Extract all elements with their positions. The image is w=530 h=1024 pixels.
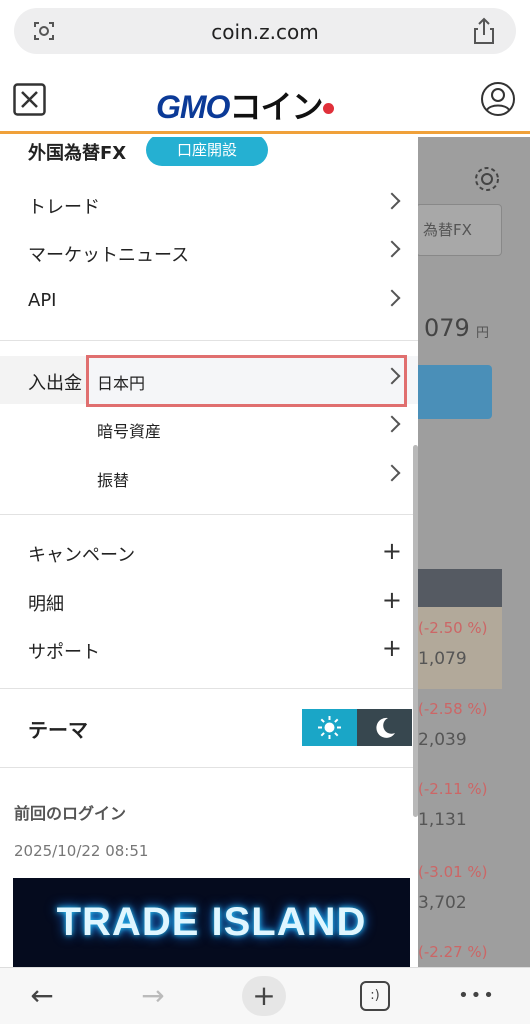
bg-button [410, 365, 492, 419]
menu-item-trade[interactable]: トレード [0, 181, 418, 229]
logo-gmo: GMO [156, 89, 230, 125]
menu-item-label: 明細 [28, 594, 64, 615]
theme-toggle[interactable] [302, 709, 412, 746]
bg-row-change: (-2.58 %) [418, 700, 488, 718]
menu-item-crypto[interactable]: 暗号資産 [88, 404, 418, 452]
menu-item-label: トレード [28, 197, 100, 218]
share-icon[interactable] [472, 17, 496, 45]
site-header: GMOコイン [0, 66, 530, 134]
gmo-coin-logo[interactable]: GMOコイン [156, 82, 335, 128]
forward-arrow-icon: → [141, 979, 165, 1012]
close-icon[interactable] [13, 83, 46, 116]
plus-icon: + [381, 634, 402, 662]
divider [0, 514, 418, 515]
chevron-right-icon [383, 289, 401, 307]
highlight-box [86, 355, 407, 407]
bg-row-change: (-2.27 %) [418, 943, 488, 961]
more-dots-icon: ••• [458, 985, 496, 1006]
menu-item-label: マーケットニュース [28, 245, 190, 266]
back-button[interactable]: ← [20, 976, 64, 1016]
tabs-icon: :) [360, 981, 390, 1011]
bg-table-header [410, 569, 502, 607]
light-theme-button[interactable] [302, 709, 357, 746]
menu-item-support[interactable]: サポート + [0, 626, 418, 674]
bg-row-value: 3,702 [418, 893, 467, 913]
url-field[interactable]: coin.z.com [14, 8, 516, 54]
back-arrow-icon: ← [30, 979, 54, 1012]
url-text: coin.z.com [211, 20, 319, 44]
open-account-button[interactable]: 口座開設 [146, 137, 268, 166]
menu-item-transfer[interactable]: 振替 [88, 453, 418, 501]
menu-item-label: 暗号資産 [97, 422, 162, 441]
plus-icon: + [252, 979, 276, 1012]
plus-icon: + [381, 586, 402, 614]
last-login-label: 前回のログイン [14, 804, 127, 823]
chevron-right-icon [383, 415, 401, 433]
moon-icon [373, 716, 397, 740]
bg-row-change: (-2.11 %) [418, 780, 488, 798]
dark-theme-button[interactable] [357, 709, 412, 746]
bg-row-value: 2,039 [418, 730, 467, 750]
bg-row-value: 1,079 [418, 649, 467, 669]
menu-item-market-news[interactable]: マーケットニュース [0, 229, 418, 277]
divider [0, 688, 418, 689]
logo-coin: コイン [229, 89, 323, 125]
scrollbar[interactable] [413, 445, 418, 817]
bg-row-change: (-3.01 %) [418, 863, 488, 881]
deposit-withdraw-label: 入出金 [28, 373, 82, 394]
divider [0, 767, 418, 768]
chevron-right-icon [383, 240, 401, 258]
menu-item-campaign[interactable]: キャンペーン + [0, 529, 418, 577]
logo-dot-icon [323, 102, 335, 114]
new-tab-button[interactable]: + [242, 976, 286, 1016]
more-button[interactable]: ••• [455, 976, 499, 1016]
menu-item-label: キャンペーン [28, 545, 136, 566]
chevron-right-icon [383, 192, 401, 210]
bg-tab-label: 為替FX [423, 221, 472, 239]
browser-address-bar: coin.z.com [0, 0, 530, 66]
menu-item-api[interactable]: API [0, 278, 418, 326]
menu-item-label: サポート [28, 642, 100, 663]
trade-island-banner[interactable]: TRADE ISLAND [13, 878, 410, 967]
browser-toolbar: ← → + :) ••• [0, 967, 530, 1024]
divider [0, 340, 418, 341]
bg-tab: 為替FX [416, 204, 502, 256]
bg-row-value: 1,131 [418, 810, 467, 830]
chevron-right-icon [383, 464, 401, 482]
tabs-button[interactable]: :) [353, 976, 397, 1016]
bg-yen: 円 [476, 326, 490, 341]
bg-row-change: (-2.50 %) [418, 619, 488, 637]
theme-label: テーマ [28, 718, 88, 742]
background-page: 為替FX 079 円 (-2.50 %) 1,079 (-2.58 %) 2,039 (… [410, 137, 530, 967]
fx-label: 外国為替FX [28, 143, 127, 164]
forward-button[interactable]: → [131, 976, 175, 1016]
settings-gear-icon[interactable] [472, 164, 502, 194]
bg-price: 079 [424, 314, 470, 342]
menu-item-label: 振替 [97, 471, 130, 490]
menu-item-label: API [28, 290, 57, 311]
user-account-icon[interactable] [480, 81, 516, 117]
banner-title: TRADE ISLAND [56, 900, 367, 944]
sun-icon [317, 715, 342, 740]
menu-item-statement[interactable]: 明細 + [0, 578, 418, 626]
navigation-drawer: 外国為替FX 口座開設 トレード マーケットニュース API 入出金 日本円 暗… [0, 137, 418, 967]
plus-icon: + [381, 537, 402, 565]
last-login-time: 2025/10/22 08:51 [14, 842, 149, 860]
